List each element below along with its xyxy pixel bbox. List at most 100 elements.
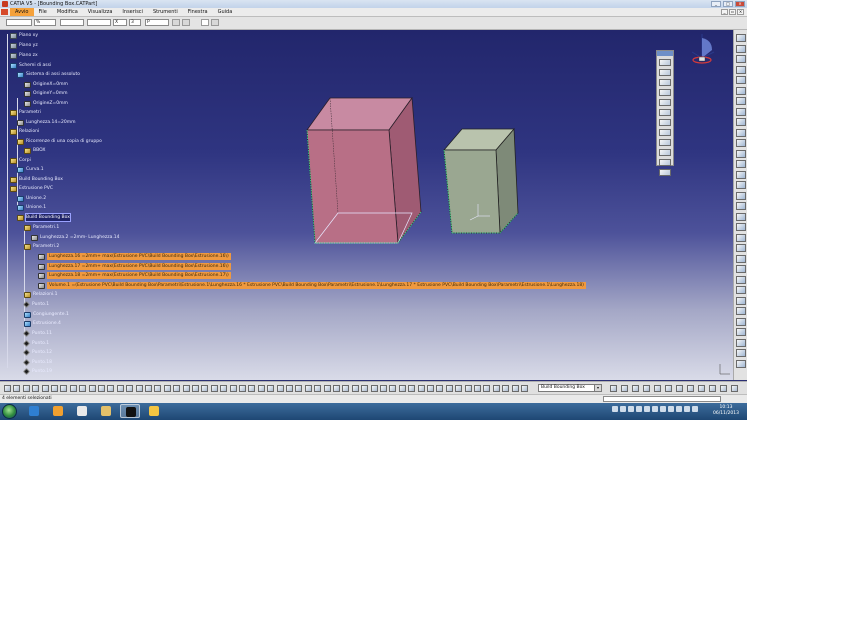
power-input-field[interactable] [603,396,721,402]
toolbar-tool-icon[interactable] [276,385,284,392]
toolbar-tool-icon[interactable] [455,385,463,392]
bounding-box-solid[interactable] [306,96,422,245]
workbench-tool-icon[interactable] [735,97,746,105]
ie-icon[interactable] [24,404,44,418]
toolbar-tool-icon[interactable] [295,385,303,392]
tray-icon[interactable] [628,406,634,412]
clock[interactable]: 10:13 06/11/2013 [712,405,740,417]
workbench-tool-icon[interactable] [735,55,746,63]
toolbar-tool-icon[interactable] [665,385,672,392]
toolbar-tool-icon[interactable] [22,385,30,392]
toolbar-tool-icon[interactable] [408,385,416,392]
toolbar-tool-icon[interactable] [154,385,162,392]
toolbar-tool-icon[interactable] [323,385,331,392]
menu-item-avvio[interactable]: Avvio [10,8,34,16]
compass-icon[interactable] [690,30,720,68]
tool-icon[interactable] [659,169,671,176]
minimize-icon[interactable]: _ [711,1,721,7]
toolbar-tool-icon[interactable] [126,385,134,392]
workbench-tool-icon[interactable] [735,275,746,284]
workbench-tool-icon[interactable] [735,307,746,315]
menu-item-modifica[interactable]: Modifica [52,8,83,16]
workbench-tool-icon[interactable] [735,76,746,84]
layer-number-field[interactable]: 3 [129,19,141,26]
toolbar-tool-icon[interactable] [145,385,152,392]
toolbar-tool-icon[interactable] [333,385,340,392]
toolbar-tool-icon[interactable] [492,385,500,392]
toolbar-tool-icon[interactable] [173,385,181,392]
workbench-tool-icon[interactable] [735,265,746,273]
menu-item-file[interactable]: File [34,8,52,16]
toolbar-tool-icon[interactable] [60,385,68,392]
constraint-c-icon[interactable] [201,19,209,26]
toolbar-tool-icon[interactable] [464,385,472,392]
tray-icon[interactable] [692,406,698,412]
toolbar-tool-icon[interactable] [342,385,350,392]
folder-icon[interactable] [96,404,116,418]
explorer-icon[interactable] [72,404,92,418]
workbench-tool-icon[interactable] [735,170,746,179]
transparency-field[interactable]: % [34,19,56,26]
workbench-tool-icon[interactable] [735,244,746,252]
toolbar-tool-icon[interactable] [720,385,727,392]
tool-icon[interactable] [659,109,671,116]
point-symbol-field[interactable]: X [113,19,127,26]
tool-icon[interactable] [659,129,671,136]
tool-icon[interactable] [659,69,671,76]
toolbar-tool-icon[interactable] [220,385,228,392]
tool-icon[interactable] [659,79,671,86]
toolbar-tool-icon[interactable] [88,385,96,392]
menu-item-guida[interactable]: Guida [213,8,238,16]
workbench-tool-icon[interactable] [735,254,746,263]
workbench-tool-icon[interactable] [735,86,746,95]
tool-icon[interactable] [659,159,671,166]
workbench-tool-icon[interactable] [735,317,746,326]
tool-icon[interactable] [659,139,671,146]
toolbar-tool-icon[interactable] [380,385,387,392]
workbench-tool-icon[interactable] [735,118,746,126]
line-width-field[interactable] [60,19,84,26]
tray-icon[interactable] [684,406,690,412]
tray-icon[interactable] [644,406,650,412]
toolbar-tool-icon[interactable] [98,385,105,392]
toolbar-tool-icon[interactable] [709,385,716,392]
toolbar-tool-icon[interactable] [13,385,21,392]
toolbar-tool-icon[interactable] [427,385,434,392]
workbench-tool-icon[interactable] [735,160,746,168]
toolbar-tool-icon[interactable] [79,385,87,392]
toolbar-tool-icon[interactable] [417,385,425,392]
toolbar-tool-icon[interactable] [286,385,293,392]
toolbar-tool-icon[interactable] [436,385,444,392]
tray-icon[interactable] [668,406,674,412]
workbench-tool-icon[interactable] [735,181,746,189]
workbench-tool-icon[interactable] [735,296,746,305]
painter-icon[interactable] [172,19,180,26]
doc-close-icon[interactable]: × [737,9,744,15]
workbench-tool-icon[interactable] [735,338,746,347]
toolbar-tool-icon[interactable] [654,385,661,392]
toolbar-tool-icon[interactable] [483,385,491,392]
media-player-icon[interactable] [48,404,68,418]
toolbar-tool-icon[interactable] [163,385,171,392]
tool-icon[interactable] [659,89,671,96]
toolbar-tool-icon[interactable] [643,385,650,392]
toolbar-tool-icon[interactable] [398,385,406,392]
toolbar-tool-icon[interactable] [210,385,218,392]
tool-icon[interactable] [659,59,671,66]
workbench-tool-icon[interactable] [735,139,746,147]
workbench-tool-icon[interactable] [735,65,746,74]
toolbar-tool-icon[interactable] [731,385,738,392]
toolbar-tool-icon[interactable] [632,385,639,392]
workbench-tool-icon[interactable] [735,223,746,231]
toolbar-tool-icon[interactable] [676,385,683,392]
workbench-tool-icon[interactable] [735,191,746,200]
workbench-tool-icon[interactable] [735,107,746,116]
toolbar-tool-icon[interactable] [304,385,312,392]
toolbar-tool-icon[interactable] [229,385,237,392]
close-icon[interactable]: × [735,1,745,7]
tool-icon[interactable] [659,119,671,126]
command-combo[interactable]: Build Bounding Box ▾ [538,384,602,392]
line-type-field[interactable] [87,19,111,26]
tray-icon[interactable] [676,406,682,412]
toolbar-tool-icon[interactable] [521,385,528,392]
